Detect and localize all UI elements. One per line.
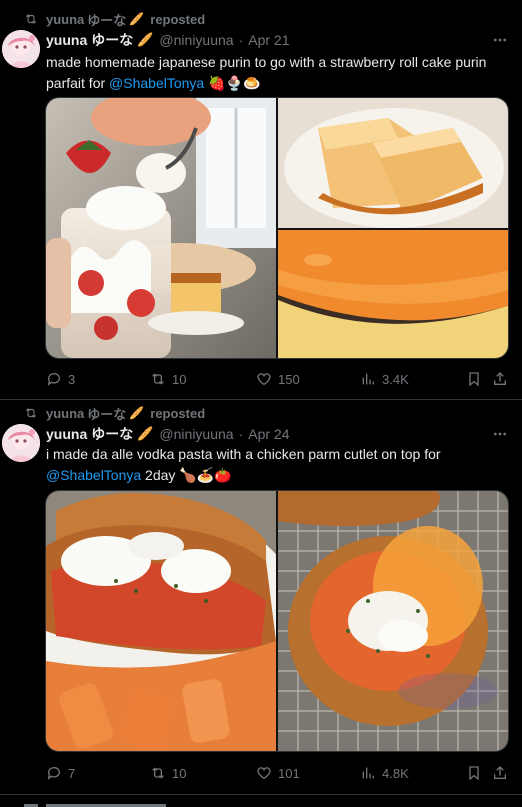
repost-icon bbox=[25, 14, 37, 24]
baguette-icon: 🥖 bbox=[137, 426, 154, 441]
tweet-text-emoji: 🍓🍨🍮 bbox=[204, 75, 261, 91]
bookmark-icon bbox=[469, 372, 479, 387]
next-tweet-edge bbox=[0, 800, 522, 807]
reply-icon bbox=[47, 373, 60, 386]
share-button[interactable] bbox=[492, 369, 508, 389]
media-photo-pasta-plate[interactable] bbox=[46, 491, 276, 751]
repost-icon bbox=[152, 767, 164, 779]
media-photo-chicken-parm[interactable] bbox=[278, 491, 508, 751]
tweet-text: i made da alle vodka pasta with a chicke… bbox=[46, 444, 506, 486]
mention-link[interactable]: @ShabelTonya bbox=[46, 467, 141, 483]
avatar[interactable] bbox=[2, 424, 40, 462]
tweet-text-emoji: 2day 🍗🍝🍅 bbox=[141, 467, 232, 483]
view-count: 3.4K bbox=[382, 371, 409, 387]
share-icon bbox=[494, 766, 506, 779]
display-name[interactable]: yuuna bbox=[46, 426, 87, 442]
display-name[interactable]: yuuna bbox=[46, 32, 87, 48]
mention-link[interactable]: @ShabelTonya bbox=[109, 75, 204, 91]
repost-user-glyphs: ゆーな bbox=[87, 12, 127, 28]
tweet-header: yuuna ゆーな 🥖 @niniyuuna · Apr 24 bbox=[46, 424, 290, 444]
handle[interactable]: @niniyuuna bbox=[159, 32, 233, 48]
display-name-glyphs[interactable]: ゆーな bbox=[91, 30, 133, 50]
post-date[interactable]: Apr 24 bbox=[248, 426, 289, 442]
share-icon bbox=[494, 372, 506, 385]
action-bar: 7 10 101 4.8K bbox=[46, 763, 510, 783]
action-bar: 3 10 150 3.4K bbox=[46, 369, 510, 389]
display-name-glyphs[interactable]: ゆーな bbox=[91, 424, 133, 444]
more-icon[interactable] bbox=[491, 31, 509, 49]
repost-count: 10 bbox=[172, 765, 187, 781]
media-photo-purin-slice[interactable] bbox=[278, 98, 508, 228]
baguette-icon: 🥖 bbox=[137, 32, 154, 47]
views-icon bbox=[362, 373, 374, 385]
repost-indicator[interactable]: yuuna ゆーな 🥖 reposted bbox=[24, 10, 205, 28]
tweet-text-body: i made da alle vodka pasta with a chicke… bbox=[46, 446, 441, 462]
like-count: 101 bbox=[278, 765, 300, 781]
baguette-icon: 🥖 bbox=[129, 406, 145, 420]
avatar[interactable] bbox=[2, 30, 40, 68]
media-grid[interactable] bbox=[45, 97, 509, 359]
repost-user-glyphs: ゆーな bbox=[87, 406, 127, 422]
like-count: 150 bbox=[278, 371, 300, 387]
handle[interactable]: @niniyuuna bbox=[159, 426, 233, 442]
more-icon[interactable] bbox=[491, 425, 509, 443]
heart-icon bbox=[257, 767, 271, 780]
repost-label: reposted bbox=[150, 11, 206, 27]
share-button[interactable] bbox=[492, 763, 508, 783]
heart-icon bbox=[257, 373, 271, 386]
repost-icon bbox=[152, 373, 164, 385]
media-photo-parfait[interactable] bbox=[46, 98, 276, 358]
repost-count: 10 bbox=[172, 371, 187, 387]
tweet-2[interactable]: yuuna ゆーな 🥖 reposted yuuna ゆーな 🥖 @niniyu… bbox=[0, 400, 522, 795]
views-button[interactable]: 4.8K bbox=[360, 763, 409, 783]
bookmark-button[interactable] bbox=[466, 763, 482, 783]
reply-button[interactable]: 7 bbox=[46, 763, 75, 783]
reply-count: 7 bbox=[68, 765, 76, 781]
views-icon bbox=[362, 767, 374, 779]
repost-label: reposted bbox=[150, 405, 206, 421]
view-count: 4.8K bbox=[382, 765, 409, 781]
views-button[interactable]: 3.4K bbox=[360, 369, 409, 389]
repost-button[interactable]: 10 bbox=[150, 369, 186, 389]
repost-user[interactable]: yuuna bbox=[46, 12, 84, 27]
repost-indicator[interactable]: yuuna ゆーな 🥖 reposted bbox=[24, 404, 205, 422]
post-date[interactable]: Apr 21 bbox=[248, 32, 289, 48]
repost-button[interactable]: 10 bbox=[150, 763, 186, 783]
reply-button[interactable]: 3 bbox=[46, 369, 75, 389]
media-grid[interactable] bbox=[45, 490, 509, 752]
repost-icon bbox=[25, 408, 37, 418]
reply-icon bbox=[47, 767, 60, 780]
repost-user[interactable]: yuuna bbox=[46, 406, 84, 421]
baguette-icon: 🥖 bbox=[129, 12, 145, 26]
tweet-1[interactable]: yuuna ゆーな 🥖 reposted yuuna ゆーな 🥖 @niniyu… bbox=[0, 0, 522, 400]
reply-count: 3 bbox=[68, 371, 76, 387]
media-photo-purin-closeup[interactable] bbox=[278, 230, 508, 358]
like-button[interactable]: 101 bbox=[256, 763, 300, 783]
like-button[interactable]: 150 bbox=[256, 369, 300, 389]
separator-dot: · bbox=[238, 32, 244, 48]
bookmark-icon bbox=[469, 766, 479, 781]
tweet-text: made homemade japanese purin to go with … bbox=[46, 52, 506, 94]
bookmark-button[interactable] bbox=[466, 369, 482, 389]
separator-dot: · bbox=[238, 426, 244, 442]
tweet-header: yuuna ゆーな 🥖 @niniyuuna · Apr 21 bbox=[46, 30, 290, 50]
